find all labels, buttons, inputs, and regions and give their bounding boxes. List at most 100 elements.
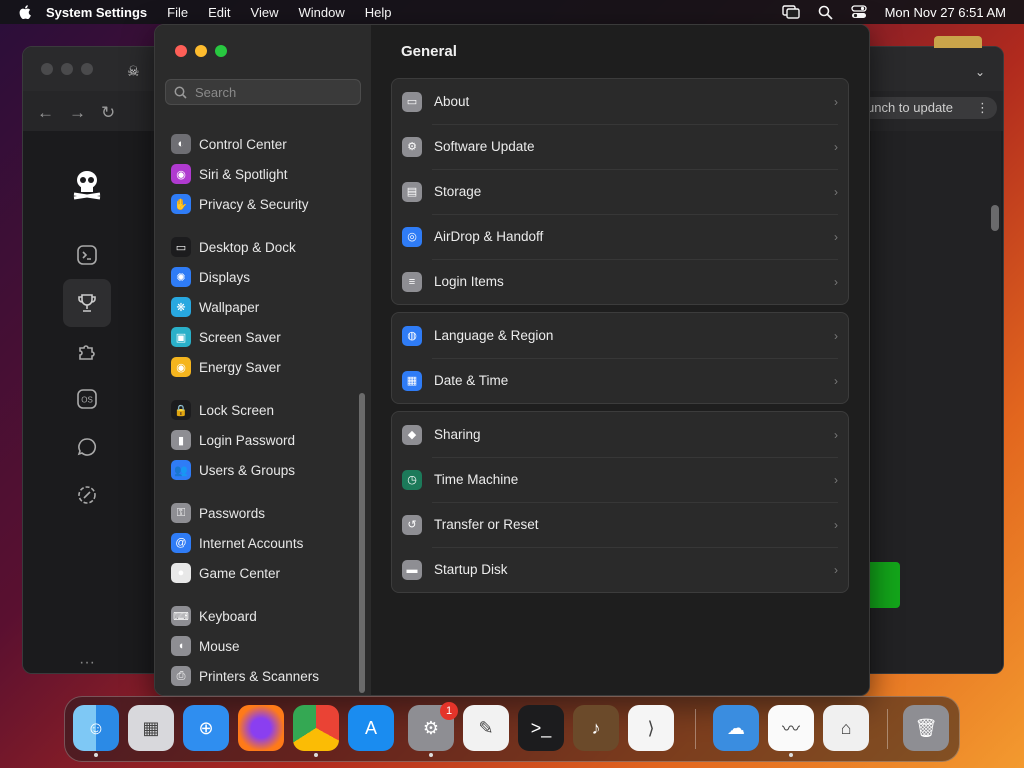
apple-icon[interactable]	[18, 5, 32, 19]
menu-view[interactable]: View	[251, 5, 279, 20]
more-icon[interactable]: ⋮	[976, 97, 989, 119]
chevron-right-icon: ›	[834, 328, 838, 343]
textedit-icon[interactable]: ✎	[463, 705, 509, 751]
notification-badge: 1	[440, 702, 458, 720]
launchpad-icon[interactable]: ▦	[128, 705, 174, 751]
chat-icon[interactable]	[63, 423, 111, 471]
sidebar-item-label: Keyboard	[199, 608, 257, 624]
menu-clock[interactable]: Mon Nov 27 6:51 AM	[885, 5, 1006, 20]
terminal-icon[interactable]	[63, 231, 111, 279]
minimize-button[interactable]	[195, 45, 207, 57]
terminal-icon[interactable]: >_	[518, 705, 564, 751]
sidebar-item-internet-accounts[interactable]: @ Internet Accounts	[171, 532, 303, 554]
settings-row-airdrop-handoff[interactable]: ◎ AirDrop & Handoff ›	[392, 214, 848, 259]
sidebar-item-lock-screen[interactable]: 🔒 Lock Screen	[171, 399, 274, 421]
vscode-icon[interactable]: ⟩	[628, 705, 674, 751]
settings-row-about[interactable]: ▭ About ›	[392, 79, 848, 124]
trophy-icon[interactable]	[63, 279, 111, 327]
reload-icon[interactable]: ↻	[101, 103, 115, 123]
sidebar-item-label: Passwords	[199, 505, 266, 521]
lightbulb-icon: ◉	[171, 357, 191, 377]
padlock-icon: ▮	[171, 430, 191, 450]
users-icon: 👥	[171, 460, 191, 480]
browser-scrollbar[interactable]	[991, 205, 999, 231]
sidebar-item-screen-saver[interactable]: ▣ Screen Saver	[171, 326, 281, 348]
safari-icon[interactable]: ⊕	[183, 705, 229, 751]
settings-row-time-machine[interactable]: ◷ Time Machine ›	[392, 457, 848, 502]
settings-row-language-region[interactable]: ◍ Language & Region ›	[392, 313, 848, 358]
menu-file[interactable]: File	[167, 5, 188, 20]
trash-icon[interactable]: 🗑	[903, 705, 949, 751]
zoom-button[interactable]	[215, 45, 227, 57]
chevron-right-icon: ›	[834, 94, 838, 109]
chevron-right-icon: ›	[834, 517, 838, 532]
control-center-icon[interactable]	[850, 5, 867, 19]
sidebar-item-game-center[interactable]: ● Game Center	[171, 562, 280, 584]
os-icon[interactable]: OS	[63, 375, 111, 423]
running-indicator	[314, 753, 318, 757]
garageband-icon[interactable]: ♪	[573, 705, 619, 751]
forward-arrow-icon[interactable]: →	[69, 103, 86, 123]
sidebar-item-desktop-dock[interactable]: ▭ Desktop & Dock	[171, 236, 296, 258]
update-button[interactable]: unch to update ⋮	[857, 97, 997, 119]
weather-icon[interactable]: ☁	[713, 705, 759, 751]
svg-text:OS: OS	[81, 396, 93, 405]
close-button-inactive[interactable]	[41, 63, 53, 75]
discount-badge-icon[interactable]	[63, 471, 111, 519]
sidebar-item-mouse[interactable]: ◖ Mouse	[171, 635, 240, 657]
sidebar-item-label: Siri & Spotlight	[199, 166, 288, 182]
puzzle-icon[interactable]	[63, 327, 111, 375]
sidebar-item-label: Wallpaper	[199, 299, 260, 315]
app-store-icon[interactable]: A	[348, 705, 394, 751]
settings-row-date-time[interactable]: ▦ Date & Time ›	[392, 358, 848, 403]
menu-help[interactable]: Help	[365, 5, 392, 20]
desktop-file-icon[interactable]	[934, 36, 982, 48]
sidebar-item-login-password[interactable]: ▮ Login Password	[171, 429, 295, 451]
settings-row-storage[interactable]: ▤ Storage ›	[392, 169, 848, 214]
screen-mirroring-icon[interactable]	[781, 5, 800, 19]
dock-icon: ▭	[171, 237, 191, 257]
menu-edit[interactable]: Edit	[208, 5, 230, 20]
settings-row-label: Transfer or Reset	[434, 517, 539, 532]
game-center-icon: ●	[171, 563, 191, 583]
settings-row-login-items[interactable]: ≡ Login Items ›	[392, 259, 848, 304]
sidebar-item-energy-saver[interactable]: ◉ Energy Saver	[171, 356, 281, 378]
chevron-down-icon[interactable]: ⌄	[975, 65, 985, 79]
sidebar-item-label: Users & Groups	[199, 462, 296, 478]
freeform-icon[interactable]: 〰	[768, 705, 814, 757]
sidebar-item-control-center[interactable]: ◐ Control Center	[171, 133, 287, 155]
sidebar-item-wallpaper[interactable]: ❋ Wallpaper	[171, 296, 259, 318]
sidebar-item-keyboard[interactable]: ⌨ Keyboard	[171, 605, 257, 627]
settings-row-label: Startup Disk	[434, 562, 508, 577]
search-input[interactable]	[193, 83, 347, 101]
search-field[interactable]	[165, 79, 361, 105]
sidebar-item-users-groups[interactable]: 👥 Users & Groups	[171, 459, 295, 481]
settings-row-label: Date & Time	[434, 373, 509, 388]
settings-row-transfer-or-reset[interactable]: ↺ Transfer or Reset ›	[392, 502, 848, 547]
search-icon	[174, 86, 187, 99]
settings-main-pane: General ▭ About › ⚙ Software Update › ▤ Storage…	[371, 25, 869, 695]
sun-icon: ✺	[171, 267, 191, 287]
more-dots-icon[interactable]: ···	[63, 639, 111, 673]
settings-row-software-update[interactable]: ⚙ Software Update ›	[392, 124, 848, 169]
sidebar-item-siri-spotlight[interactable]: ◉ Siri & Spotlight	[171, 163, 288, 185]
home-icon[interactable]: ⌂	[823, 705, 869, 751]
finder-icon[interactable]: ☺	[73, 705, 119, 757]
close-button[interactable]	[175, 45, 187, 57]
menu-app-name[interactable]: System Settings	[46, 5, 147, 20]
firefox-icon[interactable]	[238, 705, 284, 751]
sidebar-scrollbar[interactable]	[359, 393, 365, 693]
sidebar-item-displays[interactable]: ✺ Displays	[171, 266, 250, 288]
zoom-button-inactive[interactable]	[81, 63, 93, 75]
menu-window[interactable]: Window	[298, 5, 344, 20]
settings-row-startup-disk[interactable]: ▬ Startup Disk ›	[392, 547, 848, 592]
back-arrow-icon[interactable]: ←	[37, 103, 54, 123]
chrome-icon[interactable]	[293, 705, 339, 757]
minimize-button-inactive[interactable]	[61, 63, 73, 75]
settings-row-sharing[interactable]: ◆ Sharing ›	[392, 412, 848, 457]
skull-icon: ☠	[127, 63, 140, 79]
sidebar-item-passwords[interactable]: ⚿ Passwords	[171, 502, 265, 524]
sidebar-item-printers-scanners[interactable]: ⎙ Printers & Scanners	[171, 665, 319, 687]
spotlight-search-icon[interactable]	[818, 5, 833, 20]
sidebar-item-privacy-security[interactable]: ✋ Privacy & Security	[171, 193, 309, 215]
